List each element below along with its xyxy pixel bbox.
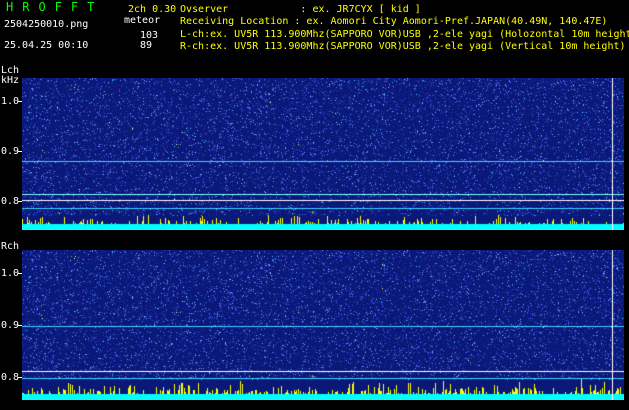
rch-tick-label: 0.8 <box>1 372 20 383</box>
app-logo: HROFFT <box>6 0 104 14</box>
lch-waterfall-canvas <box>22 78 624 230</box>
mode-label: meteor <box>124 15 161 26</box>
datetime-label: 25.04.25 00:10 <box>4 40 89 51</box>
rch-info-line: R-ch:ex. UV5R 113.900Mhz(SAPPORO VOR)USB… <box>180 41 626 52</box>
rch-count: 89 <box>140 40 153 51</box>
lch-unit-label: kHz <box>1 75 20 86</box>
rch-tick-label: 0.9 <box>1 320 20 331</box>
filename-label: 2504250010.png <box>4 19 89 30</box>
rch-spectrogram <box>22 250 624 400</box>
observer-line: Ovserver : ex. JR7CYX [ kid ] <box>180 4 421 15</box>
lch-tick-label: 1.0 <box>1 96 20 107</box>
rch-label: Rch <box>1 241 20 252</box>
lch-info-line: L-ch:ex. UV5R 113.900Mhz(SAPPORO VOR)USB… <box>180 29 629 40</box>
rch-waterfall-canvas <box>22 250 624 400</box>
rch-tick-label: 1.0 <box>1 268 20 279</box>
lch-tick-label: 0.9 <box>1 146 20 157</box>
location-line: Receiving Location : ex. Aomori City Aom… <box>180 16 608 27</box>
lch-spectrogram <box>22 78 624 230</box>
lch-tick-label: 0.8 <box>1 196 20 207</box>
version-label: 2ch 0.30 <box>128 4 177 15</box>
